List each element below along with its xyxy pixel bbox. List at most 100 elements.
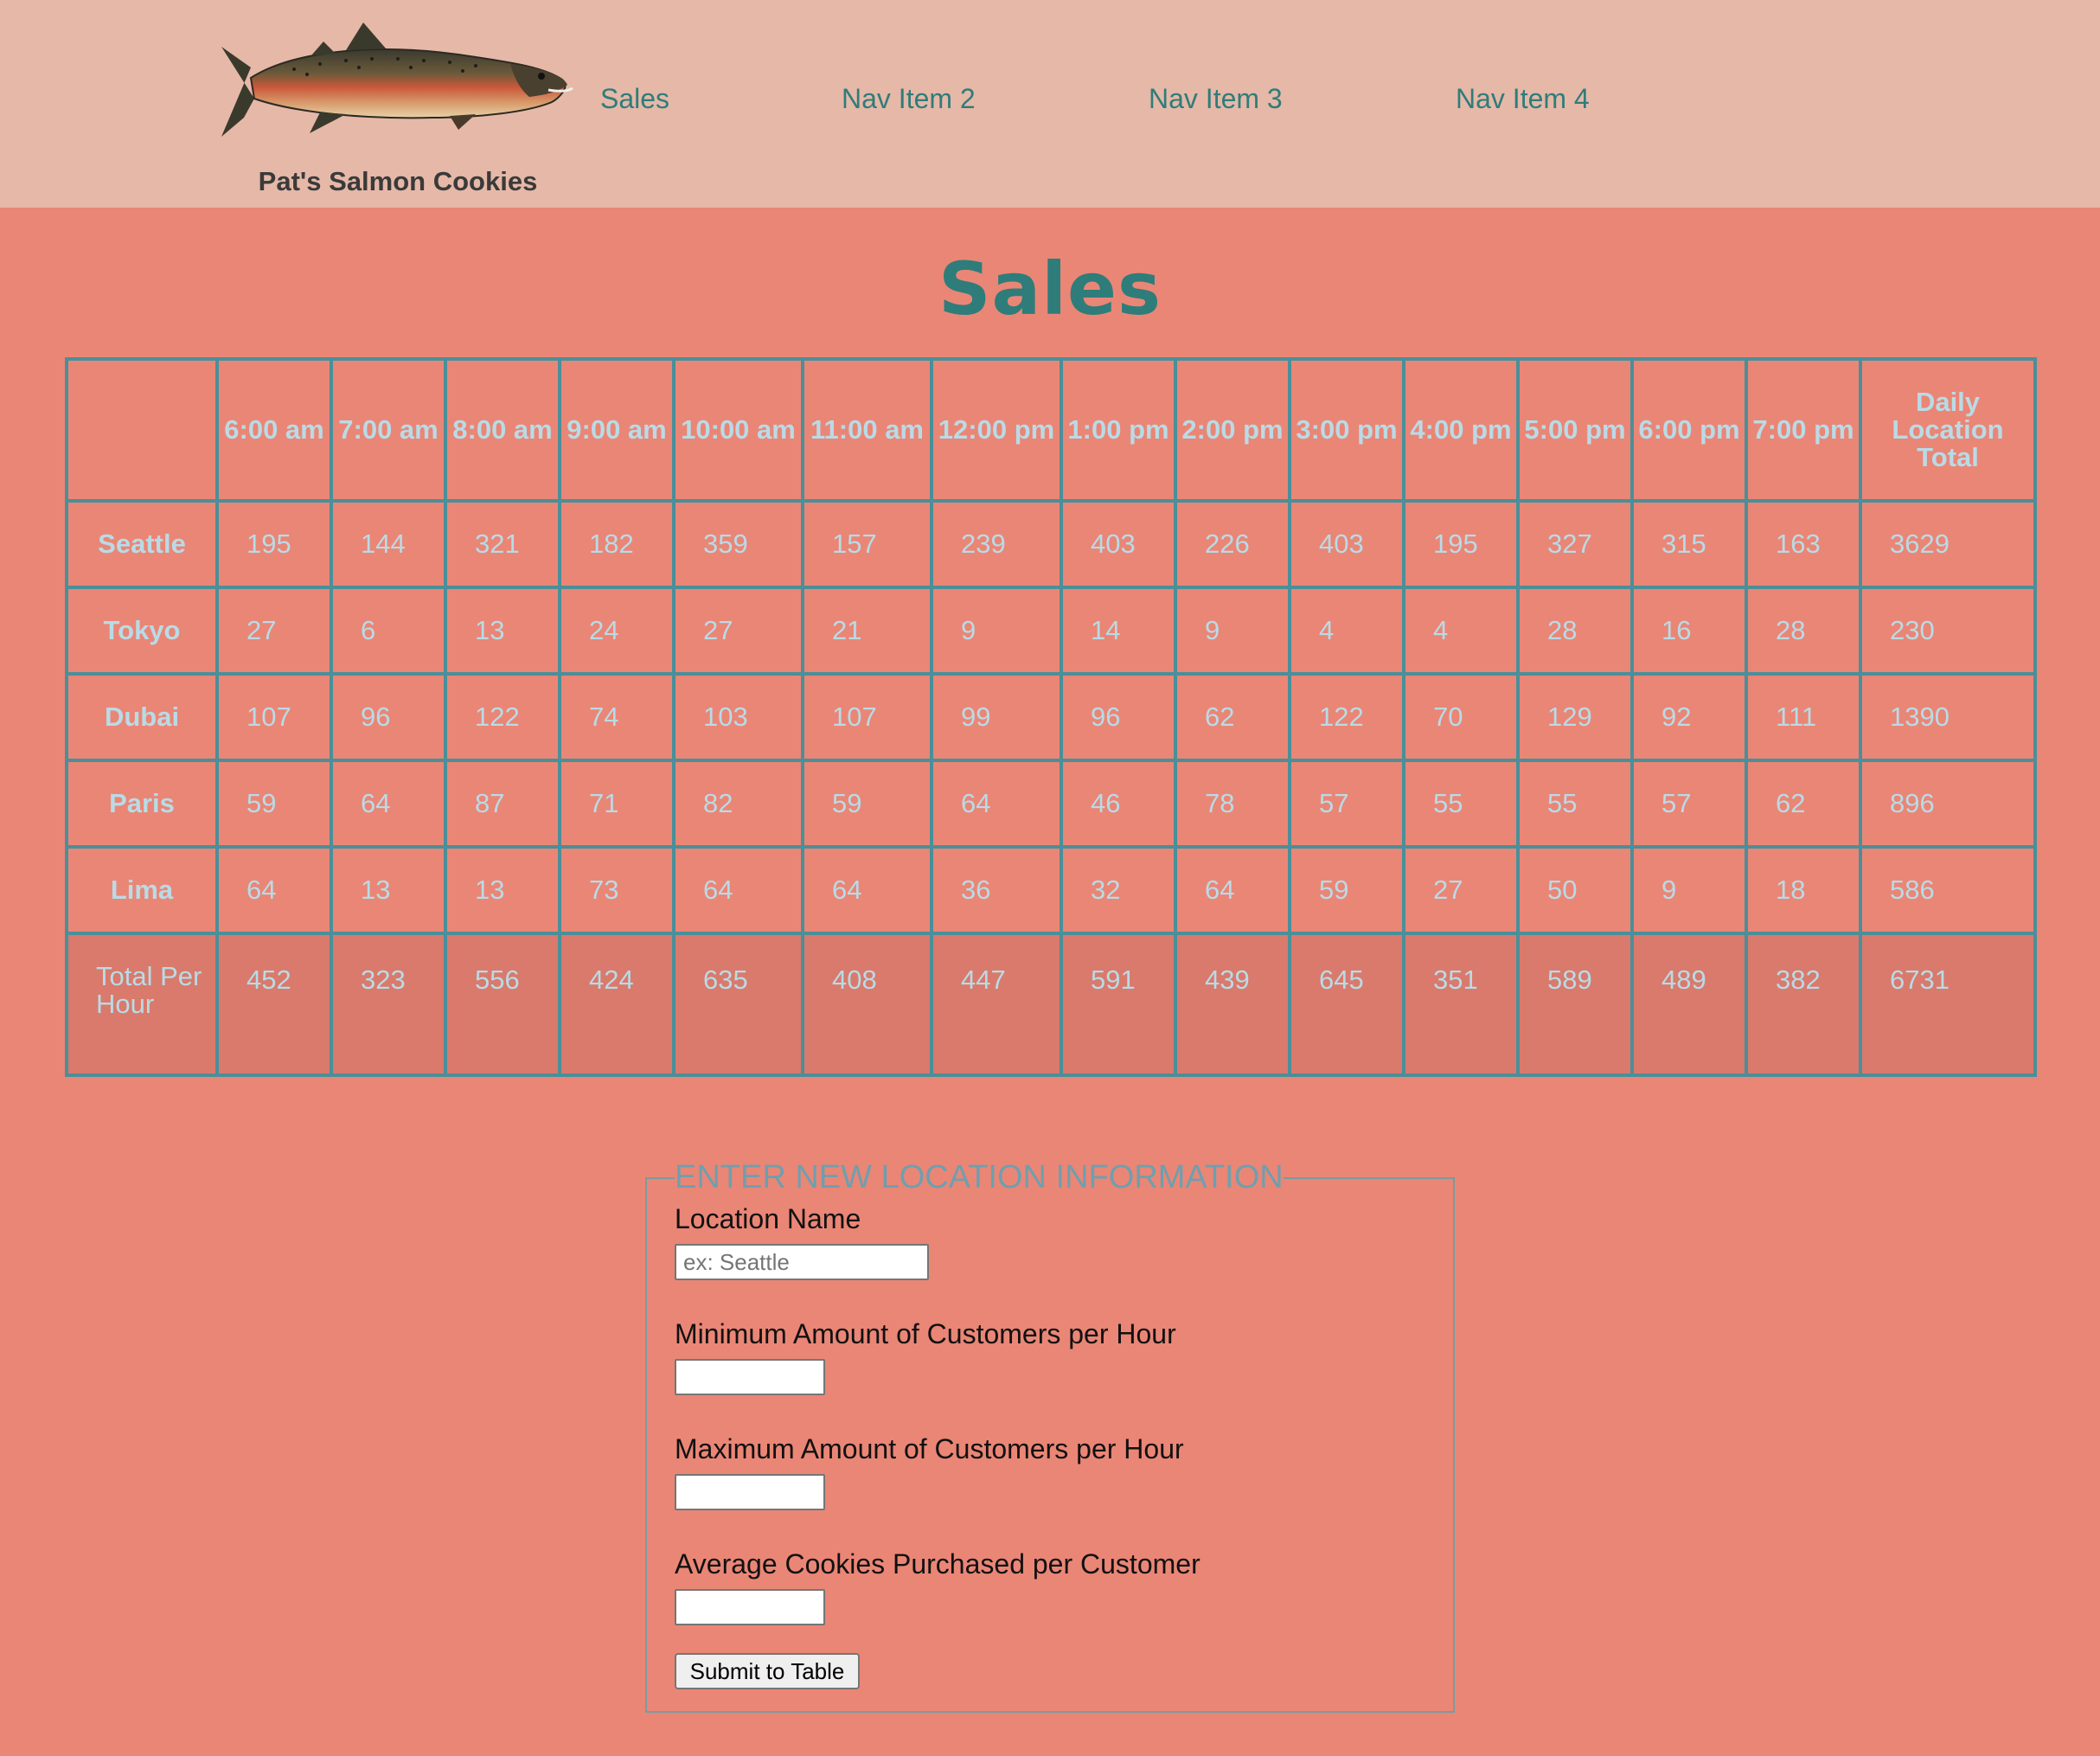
table-cell: 27 (672, 586, 804, 676)
total-cell: 351 (1402, 932, 1520, 1077)
table-cell: 9 (1630, 845, 1748, 935)
location-name-input[interactable] (675, 1244, 929, 1280)
table-cell: 50 (1516, 845, 1634, 935)
table-cell: 4 (1288, 586, 1405, 676)
table-cell: 230 (1859, 586, 2037, 676)
table-cell: 195 (215, 499, 333, 589)
table-cell: 46 (1060, 759, 1177, 849)
max-customers-input[interactable] (675, 1474, 825, 1510)
table-cell: 103 (672, 672, 804, 762)
column-header: 9:00 am (558, 357, 675, 503)
max-customers-label: Maximum Amount of Customers per Hour (675, 1433, 1184, 1464)
row-header: Lima (65, 845, 219, 935)
row-header: Tokyo (65, 586, 219, 676)
column-header: 10:00 am (672, 357, 804, 503)
column-header: 6:00 am (215, 357, 333, 503)
min-customers-input[interactable] (675, 1359, 825, 1395)
column-header: 2:00 pm (1174, 357, 1291, 503)
table-cell: 96 (330, 672, 447, 762)
table-cell: 403 (1060, 499, 1177, 589)
nav-item-2[interactable]: Nav Item 2 (842, 83, 976, 115)
table-cell: 195 (1402, 499, 1520, 589)
table-cell: 3629 (1859, 499, 2037, 589)
total-cell: 589 (1516, 932, 1634, 1077)
table-cell: 182 (558, 499, 675, 589)
salmon-fish-icon (221, 22, 573, 137)
table-cell: 87 (444, 759, 561, 849)
table-cell: 896 (1859, 759, 2037, 849)
table-cell: 71 (558, 759, 675, 849)
total-cell: 452 (215, 932, 333, 1077)
table-cell: 13 (444, 845, 561, 935)
table-cell: 129 (1516, 672, 1634, 762)
column-header: 6:00 pm (1630, 357, 1748, 503)
column-header: Daily Location Total (1859, 357, 2037, 503)
column-header: 8:00 am (444, 357, 561, 503)
table-cell: 59 (215, 759, 333, 849)
column-header: 11:00 am (801, 357, 933, 503)
table-cell: 144 (330, 499, 447, 589)
table-cell: 327 (1516, 499, 1634, 589)
row-header: Seattle (65, 499, 219, 589)
table-cell: 99 (930, 672, 1063, 762)
table-cell: 13 (330, 845, 447, 935)
table-cell: 64 (215, 845, 333, 935)
table-cell: 78 (1174, 759, 1291, 849)
logo[interactable]: Pat's Salmon Cookies (216, 16, 579, 196)
table-cell: 122 (1288, 672, 1405, 762)
table-row: Paris 59 64 87 71 82 59 64 46 78 57 55 55 57 62 896 (65, 759, 2037, 849)
table-cell: 239 (930, 499, 1063, 589)
table-cell: 55 (1402, 759, 1520, 849)
table-cell: 62 (1174, 672, 1291, 762)
table-cell: 27 (215, 586, 333, 676)
nav-item-4[interactable]: Nav Item 4 (1456, 83, 1590, 115)
table-cell: 27 (1402, 845, 1520, 935)
nav-item-sales[interactable]: Sales (600, 83, 669, 115)
avg-cookies-input[interactable] (675, 1589, 825, 1625)
submit-button[interactable]: Submit to Table (675, 1653, 860, 1689)
table-header-row: 6:00 am 7:00 am 8:00 am 9:00 am 10:00 am 11:0… (65, 357, 2037, 503)
table-cell: 107 (801, 672, 933, 762)
table-cell: 359 (672, 499, 804, 589)
location-name-label: Location Name (675, 1203, 861, 1234)
table-cell: 111 (1745, 672, 1862, 762)
form-legend: ENTER NEW LOCATION INFORMATION (675, 1159, 1284, 1195)
table-cell: 64 (801, 845, 933, 935)
total-cell: 645 (1288, 932, 1405, 1077)
total-cell: 439 (1174, 932, 1291, 1077)
total-cell: 635 (672, 932, 804, 1077)
table-cell: 14 (1060, 586, 1177, 676)
total-cell: 489 (1630, 932, 1748, 1077)
site-header: Pat's Salmon Cookies Sales Nav Item 2 Na… (0, 0, 2100, 208)
total-cell: 408 (801, 932, 933, 1077)
table-cell: 57 (1288, 759, 1405, 849)
table-cell: 59 (1288, 845, 1405, 935)
table-cell: 32 (1060, 845, 1177, 935)
table-cell: 24 (558, 586, 675, 676)
column-header: 5:00 pm (1516, 357, 1634, 503)
sales-table: 6:00 am 7:00 am 8:00 am 9:00 am 10:00 am 11:0… (65, 357, 2037, 1077)
avg-cookies-label: Average Cookies Purchased per Customer (675, 1548, 1200, 1580)
table-cell: 586 (1859, 845, 2037, 935)
table-cell: 64 (1174, 845, 1291, 935)
logo-text: Pat's Salmon Cookies (258, 166, 538, 196)
column-header: 7:00 pm (1745, 357, 1862, 503)
column-header: 7:00 am (330, 357, 447, 503)
table-cell: 13 (444, 586, 561, 676)
min-customers-label: Minimum Amount of Customers per Hour (675, 1318, 1176, 1349)
total-cell: 6731 (1859, 932, 2037, 1077)
table-cell: 226 (1174, 499, 1291, 589)
table-cell: 59 (801, 759, 933, 849)
table-cell: 28 (1745, 586, 1862, 676)
table-cell: 55 (1516, 759, 1634, 849)
total-cell: 382 (1745, 932, 1862, 1077)
table-row: Seattle 195 144 321 182 359 157 239 403 226 403 195… (65, 499, 2037, 589)
total-cell: 447 (930, 932, 1063, 1077)
table-cell: 4 (1402, 586, 1520, 676)
total-cell: 556 (444, 932, 561, 1077)
corner-cell (65, 357, 219, 503)
nav-item-3[interactable]: Nav Item 3 (1149, 83, 1283, 115)
table-cell: 1390 (1859, 672, 2037, 762)
row-header: Dubai (65, 672, 219, 762)
table-cell: 16 (1630, 586, 1748, 676)
